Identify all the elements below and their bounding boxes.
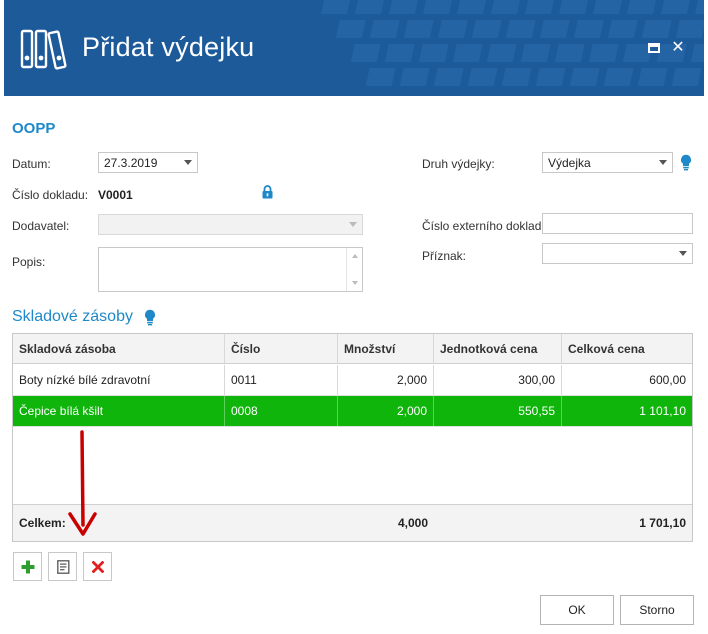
edit-item-button[interactable] (48, 552, 77, 581)
cell-qty: 2,000 (338, 396, 434, 426)
cell-total: 1 101,10 (639, 404, 686, 418)
cell-total: 600,00 (649, 373, 686, 387)
chevron-down-icon[interactable] (184, 160, 192, 165)
lock-icon[interactable] (262, 185, 273, 199)
cell-number: 0008 (225, 396, 338, 426)
table-row-selected[interactable]: Čepice bílá kšilt 0008 2,000 550,55 1 10… (13, 396, 692, 427)
popis-textarea[interactable] (98, 247, 363, 292)
cell-qty: 2,000 (338, 365, 434, 395)
chevron-down-icon (349, 222, 357, 227)
grid-header: Skladová zásoba Číslo Množství Jednotkov… (13, 334, 692, 364)
chevron-down-icon[interactable] (679, 251, 687, 256)
datum-select[interactable]: 27.3.2019 (98, 152, 198, 173)
footer-qty: 4,000 (397, 516, 428, 530)
lightbulb-icon[interactable] (680, 154, 692, 171)
column-header[interactable]: Jednotková cena (434, 334, 562, 363)
druh-vydejky-label: Druh výdejky: (422, 157, 495, 171)
cancel-button[interactable]: Storno (620, 595, 694, 625)
datum-value: 27.3.2019 (104, 156, 158, 170)
footer-total: 1 701,10 (639, 516, 686, 530)
grid-footer: Celkem: 4,000 1 701,10 (13, 504, 692, 541)
chevron-down-icon[interactable] (659, 160, 667, 165)
dodavatel-select[interactable] (98, 214, 363, 235)
datum-label: Datum: (12, 157, 51, 171)
cislo-dokladu-value: V0001 (98, 188, 133, 202)
popis-label: Popis: (12, 255, 46, 269)
cislo-externiho-label: Číslo externího dokladu: (422, 219, 552, 233)
dodavatel-label: Dodavatel: (12, 219, 70, 233)
column-header[interactable]: Skladová zásoba (13, 334, 225, 363)
footer-label: Celkem: (19, 516, 66, 530)
druh-vydejky-select[interactable]: Výdejka (542, 152, 673, 173)
plus-icon (21, 560, 35, 574)
stock-section-title: Skladové zásoby (12, 308, 133, 325)
cell-item: Boty nízké bílé zdravotní (13, 365, 225, 395)
delete-item-button[interactable] (83, 552, 112, 581)
add-item-button[interactable] (13, 552, 42, 581)
cislo-dokladu-label: Číslo dokladu: (12, 188, 89, 202)
popis-scrollbar[interactable] (346, 248, 362, 291)
druh-vydejky-value: Výdejka (548, 156, 591, 170)
stock-grid: Skladová zásoba Číslo Množství Jednotkov… (12, 333, 693, 542)
section-title: OOPP (12, 120, 56, 137)
title-bar: Přidat výdejku ✕ (4, 0, 704, 96)
delete-x-icon (92, 561, 104, 573)
maximize-icon[interactable] (646, 40, 662, 56)
window-title: Přidat výdejku (82, 32, 255, 62)
column-header[interactable]: Množství (338, 334, 434, 363)
cislo-externiho-input[interactable] (542, 213, 693, 234)
column-header[interactable]: Celková cena (562, 334, 692, 363)
cell-unit-price: 300,00 (434, 365, 562, 395)
scroll-up-icon[interactable] (352, 254, 358, 258)
lightbulb-icon[interactable] (144, 309, 156, 326)
priznak-label: Příznak: (422, 249, 467, 263)
table-row[interactable]: Boty nízké bílé zdravotní 0011 2,000 300… (13, 365, 692, 396)
scroll-down-icon[interactable] (352, 281, 358, 285)
binders-icon (20, 29, 67, 70)
document-edit-icon (57, 560, 70, 574)
ok-button[interactable]: OK (540, 595, 614, 625)
cell-unit-price: 550,55 (434, 396, 562, 426)
close-icon[interactable]: ✕ (670, 40, 686, 56)
priznak-select[interactable] (542, 243, 693, 264)
column-header[interactable]: Číslo (225, 334, 338, 363)
cell-item: Čepice bílá kšilt (13, 396, 225, 426)
cell-number: 0011 (225, 365, 338, 395)
title-bar-pattern (321, 0, 704, 86)
